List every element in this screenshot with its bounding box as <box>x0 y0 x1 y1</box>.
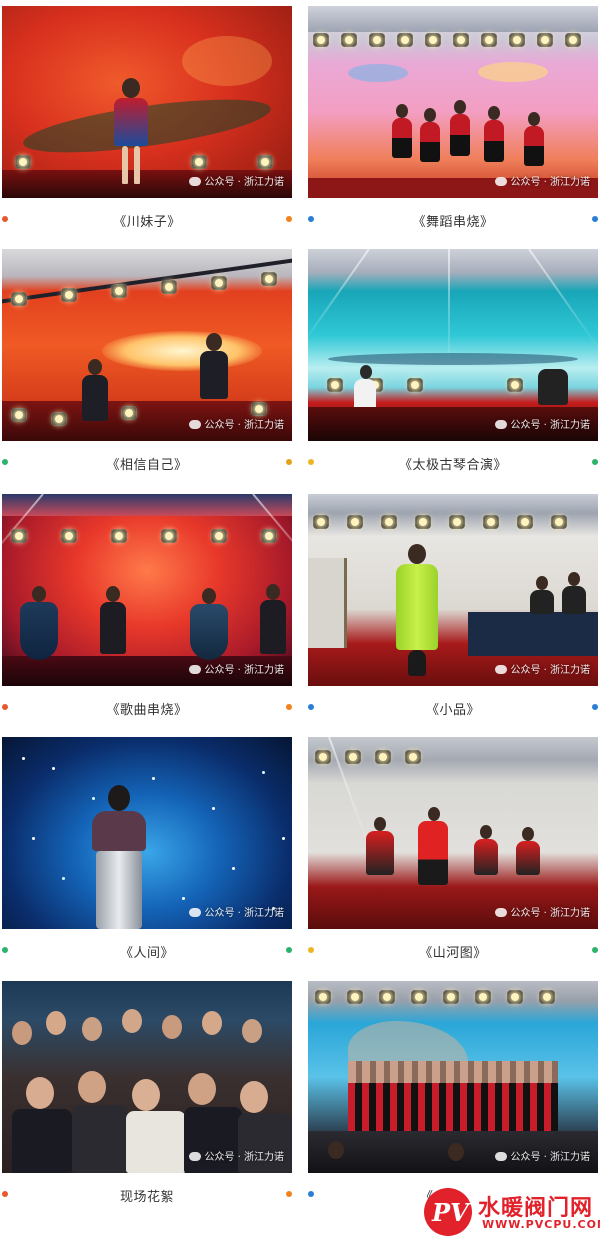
right-dot <box>286 704 292 710</box>
watermark: 公众号 · 浙江力诺 <box>189 173 284 188</box>
watermark: 公众号 · 浙江力诺 <box>495 904 590 919</box>
watermark: 公众号 · 浙江力诺 <box>189 904 284 919</box>
right-dot <box>592 704 598 710</box>
right-dot <box>592 947 598 953</box>
watermark: 公众号 · 浙江力诺 <box>189 1148 284 1163</box>
watermark: 公众号 · 浙江力诺 <box>189 416 284 431</box>
logo-url: WWW.PVCPU.COM <box>482 1218 600 1231</box>
watermark: 公众号 · 浙江力诺 <box>495 173 590 188</box>
caption: 现场花絮 <box>119 1190 174 1205</box>
right-dot <box>592 216 598 222</box>
caption: 《歌曲串烧》 <box>106 703 188 718</box>
caption: 《相信自己》 <box>106 458 188 473</box>
right-dot <box>286 216 292 222</box>
performance-photo: 公众号 · 浙江力诺 <box>308 494 598 686</box>
caption: 《山河图》 <box>419 946 487 961</box>
performance-photo: 公众号 · 浙江力诺 <box>308 737 598 929</box>
watermark: 公众号 · 浙江力诺 <box>495 1148 590 1163</box>
performance-photo: 公众号 · 浙江力诺 <box>308 249 598 441</box>
audience-photo: 公众号 · 浙江力诺 <box>2 981 292 1173</box>
pv-logo-icon: PV <box>424 1188 472 1236</box>
performance-photo: 公众号 · 浙江力诺 <box>308 6 598 198</box>
left-dot <box>308 1191 314 1197</box>
performance-photo: 公众号 · 浙江力诺 <box>2 6 292 198</box>
watermark: 公众号 · 浙江力诺 <box>495 416 590 431</box>
caption: 《川妹子》 <box>113 215 181 230</box>
performance-photo: 公众号 · 浙江力诺 <box>2 494 292 686</box>
site-logo[interactable]: PV 水暖阀门网 WWW.PVCPU.COM <box>424 1186 600 1238</box>
performance-photo: 公众号 · 浙江力诺 <box>2 249 292 441</box>
caption: 《太极古琴合演》 <box>398 458 507 473</box>
performance-photo: 公众号 · 浙江力诺 <box>2 737 292 929</box>
caption: 《小品》 <box>425 703 480 718</box>
right-dot <box>286 947 292 953</box>
right-dot <box>286 1191 292 1197</box>
caption: 《舞蹈串烧》 <box>412 215 494 230</box>
performance-photo: 公众号 · 浙江力诺 <box>308 981 598 1173</box>
watermark: 公众号 · 浙江力诺 <box>495 661 590 676</box>
caption: 《人间》 <box>119 946 174 961</box>
watermark: 公众号 · 浙江力诺 <box>189 661 284 676</box>
right-dot <box>286 459 292 465</box>
right-dot <box>592 459 598 465</box>
